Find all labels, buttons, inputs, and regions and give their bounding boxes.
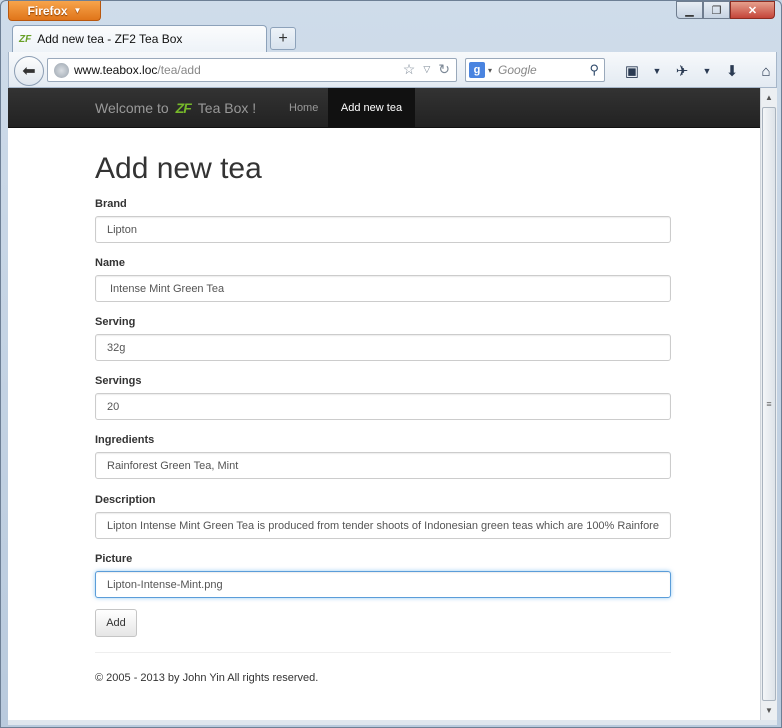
description-label: Description xyxy=(95,494,156,506)
history-dropdown-icon[interactable]: ▽ xyxy=(423,61,430,78)
browser-window: Firefox ▼ ▁ ❐ ✕ ZF Add new tea - ZF2 Tea… xyxy=(0,0,782,728)
bookmarks-icon[interactable]: ▣ xyxy=(615,60,649,82)
close-window-button[interactable]: ✕ xyxy=(730,1,775,19)
browser-toolbar: ⬅ www.teabox.loc/tea/add ☆ ▽ ↻ g ▾ Googl… xyxy=(8,52,777,88)
url-path: /tea/add xyxy=(157,63,201,77)
maximize-button[interactable]: ❐ xyxy=(703,1,730,19)
google-icon[interactable]: g xyxy=(469,62,485,78)
scroll-down-arrow-icon[interactable]: ▼ xyxy=(761,702,777,719)
site-brand[interactable]: Welcome to ZF Tea Box ! xyxy=(95,100,256,116)
tab-title: Add new tea - ZF2 Tea Box xyxy=(37,32,183,46)
add-button[interactable]: Add xyxy=(95,609,137,637)
firefox-menu-label: Firefox xyxy=(27,3,68,18)
scrollbar-thumb[interactable]: ≡ xyxy=(762,107,776,701)
brand-input[interactable] xyxy=(95,216,671,243)
bookmark-star-icon[interactable]: ☆ xyxy=(403,61,416,78)
ingredients-input[interactable] xyxy=(95,452,671,479)
chevron-down-icon: ▼ xyxy=(73,6,82,15)
name-label: Name xyxy=(95,257,125,269)
tab-strip: ZF Add new tea - ZF2 Tea Box + xyxy=(8,25,778,52)
nav-home-link[interactable]: Home xyxy=(289,102,318,114)
page-title: Add new tea xyxy=(95,152,262,185)
window-bottom-border xyxy=(8,720,777,725)
serving-label: Serving xyxy=(95,316,136,328)
footer-divider xyxy=(95,652,671,653)
downloads-icon[interactable]: ⬇ xyxy=(715,60,749,82)
reload-icon[interactable]: ↻ xyxy=(438,61,450,78)
minimize-button[interactable]: ▁ xyxy=(676,1,703,19)
globe-icon xyxy=(54,62,69,78)
addon-icon[interactable]: ✈ xyxy=(665,60,699,82)
vertical-scrollbar[interactable]: ▲ ≡ ▼ xyxy=(760,88,777,720)
addon-dropdown-icon[interactable]: ▼ xyxy=(699,60,715,82)
servings-label: Servings xyxy=(95,375,142,387)
url-host: www.teabox.loc xyxy=(74,63,158,77)
picture-label: Picture xyxy=(95,553,133,565)
search-placeholder: Google xyxy=(498,63,537,77)
ingredients-label: Ingredients xyxy=(95,434,155,446)
site-navbar: Welcome to ZF Tea Box ! Home Add new tea xyxy=(8,88,760,128)
bookmarks-dropdown-icon[interactable]: ▼ xyxy=(649,60,665,82)
tab-add-new-tea[interactable]: ZF Add new tea - ZF2 Tea Box xyxy=(12,25,267,52)
home-icon[interactable]: ⌂ xyxy=(749,60,782,82)
search-bar[interactable]: g ▾ Google ⚲ xyxy=(465,58,605,82)
serving-input[interactable] xyxy=(95,334,671,361)
brand-suffix: Tea Box ! xyxy=(197,100,257,116)
brand-prefix: Welcome to xyxy=(95,100,169,116)
address-bar[interactable]: www.teabox.loc/tea/add ☆ ▽ ↻ xyxy=(47,58,457,82)
nav-add-new-tea-link[interactable]: Add new tea xyxy=(328,88,415,128)
search-icon[interactable]: ⚲ xyxy=(589,62,599,78)
description-input[interactable] xyxy=(95,512,671,539)
page-viewport: Welcome to ZF Tea Box ! Home Add new tea… xyxy=(8,88,760,720)
firefox-menu-button[interactable]: Firefox ▼ xyxy=(8,1,101,21)
footer-copyright: © 2005 - 2013 by John Yin All rights res… xyxy=(95,672,319,684)
servings-input[interactable] xyxy=(95,393,671,420)
scroll-up-arrow-icon[interactable]: ▲ xyxy=(761,89,777,106)
zf-logo-icon: ZF xyxy=(175,100,192,116)
picture-input[interactable] xyxy=(95,571,671,598)
name-input[interactable] xyxy=(95,275,671,302)
new-tab-button[interactable]: + xyxy=(270,27,296,50)
back-arrow-icon: ⬅ xyxy=(22,63,36,80)
back-button[interactable]: ⬅ xyxy=(14,56,44,86)
zf-favicon-icon: ZF xyxy=(19,33,32,45)
window-controls: ▁ ❐ ✕ xyxy=(676,1,775,19)
search-engine-dropdown-icon[interactable]: ▾ xyxy=(488,66,492,75)
brand-label: Brand xyxy=(95,198,127,210)
